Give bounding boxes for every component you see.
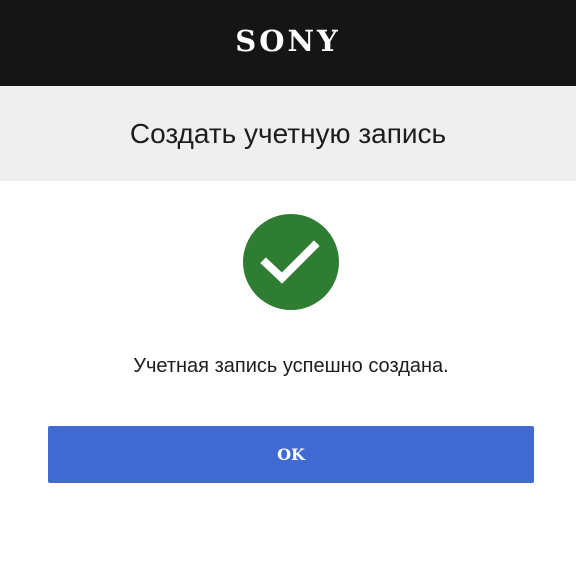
title-band: Создать учетную запись — [0, 86, 576, 181]
brand-header: SONY — [0, 0, 576, 86]
account-created-page: SONY Создать учетную запись Учетная запи… — [0, 0, 576, 576]
ok-button[interactable]: OK — [48, 426, 534, 483]
success-message: Учетная запись успешно создана. — [133, 355, 449, 377]
check-circle-icon — [243, 214, 339, 310]
sony-logo: SONY — [235, 24, 341, 58]
page-title: Создать учетную запись — [129, 117, 447, 149]
